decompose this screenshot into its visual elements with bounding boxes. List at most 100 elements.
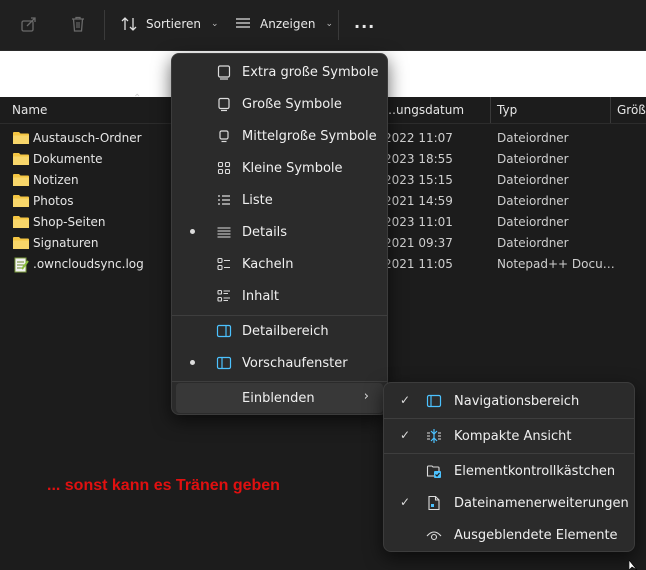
file-name: Notizen — [33, 173, 79, 187]
file-date: 2021 14:59 — [384, 194, 453, 208]
checkmark-icon: ✓ — [400, 393, 411, 407]
menu-item-label: Dateinamenerweiterungen — [454, 496, 629, 511]
menu-item-content[interactable]: Inhalt — [176, 281, 383, 311]
menu-item-medium-icons[interactable]: Mittelgroße Symbole — [176, 121, 383, 151]
folder-icon — [13, 216, 29, 228]
column-date[interactable]: …ungsdatum — [384, 103, 464, 117]
menu-item-label: Liste — [242, 193, 273, 208]
file-date: 2023 18:55 — [384, 152, 453, 166]
navigation-pane-icon — [426, 394, 442, 408]
selected-bullet-icon — [190, 229, 195, 234]
column-size[interactable]: Größe — [617, 103, 646, 117]
toolbar-divider — [104, 10, 105, 40]
file-type: Notepad++ Docu… — [497, 257, 615, 271]
folder-icon — [13, 237, 29, 249]
file-type: Dateiordner — [497, 131, 569, 145]
medium-icons-icon — [219, 130, 229, 143]
column-type[interactable]: Typ — [497, 103, 517, 117]
trash-icon — [72, 16, 84, 32]
menu-item-large-icons[interactable]: Große Symbole — [176, 89, 383, 119]
chevron-down-icon: ⌄ — [325, 19, 333, 29]
menu-item-preview-pane[interactable]: Vorschaufenster — [176, 348, 383, 378]
file-type: Dateiordner — [497, 194, 569, 208]
folder-icon — [13, 195, 29, 207]
menu-item-small-icons[interactable]: Kleine Symbole — [176, 153, 383, 183]
menu-item-label: Elementkontrollkästchen — [454, 464, 616, 479]
menu-separator — [384, 418, 634, 419]
more-icon: ... — [354, 12, 376, 32]
menu-item-list[interactable]: Liste — [176, 185, 383, 215]
file-name: Shop-Seiten — [33, 215, 106, 229]
menu-item-label: Inhalt — [242, 289, 279, 304]
menu-separator — [172, 381, 387, 382]
menu-item-label: Kacheln — [242, 257, 294, 272]
file-name: Photos — [33, 194, 74, 208]
menu-separator — [384, 453, 634, 454]
extra-large-icons-icon — [217, 65, 231, 80]
compact-view-icon — [427, 429, 441, 443]
file-type: Dateiordner — [497, 152, 569, 166]
delete-button[interactable] — [69, 10, 87, 38]
sort-icon — [121, 17, 137, 31]
menu-item-extra-large-icons[interactable]: Extra große Symbole — [176, 57, 383, 87]
folder-icon — [13, 174, 29, 186]
menu-item-show[interactable]: Einblenden › — [176, 383, 383, 413]
show-submenu: ✓ Navigationsbereich ✓ Kompakte Ansicht … — [383, 382, 635, 552]
column-name[interactable]: Name — [12, 103, 47, 117]
more-button[interactable]: ... — [354, 8, 375, 36]
details-pane-icon — [216, 324, 232, 338]
menu-item-label: Ausgeblendete Elemente — [454, 528, 618, 543]
checkmark-icon: ✓ — [400, 428, 411, 442]
small-icons-icon — [217, 161, 231, 175]
toolbar-divider — [338, 10, 339, 40]
item-checkbox-icon — [426, 465, 441, 478]
menu-item-tiles[interactable]: Kacheln — [176, 249, 383, 279]
view-list-icon — [236, 18, 250, 28]
large-icons-icon — [218, 97, 230, 112]
share-icon — [21, 17, 36, 32]
menu-item-details[interactable]: Details — [176, 217, 383, 247]
menu-item-compact-view[interactable]: ✓ Kompakte Ansicht — [388, 421, 630, 451]
menu-item-label: Details — [242, 225, 288, 240]
checkmark-icon: ✓ — [400, 495, 411, 509]
notepad-file-icon — [14, 257, 29, 273]
menu-item-label: Navigationsbereich — [454, 394, 580, 409]
tiles-view-icon — [217, 257, 230, 271]
command-bar: Sortieren ⌄ Anzeigen ⌄ ... — [0, 0, 646, 51]
chevron-right-icon: › — [363, 389, 369, 404]
file-date: 2023 15:15 — [384, 173, 453, 187]
file-name: Dokumente — [33, 152, 103, 166]
view-menu: Extra große Symbole Große Symbole Mittel… — [171, 53, 388, 415]
sort-caret-icon: ⌃ — [133, 93, 142, 104]
menu-item-label: Große Symbole — [242, 97, 342, 112]
file-type: Dateiordner — [497, 236, 569, 250]
mouse-cursor-icon — [629, 560, 638, 570]
menu-item-file-extensions[interactable]: ✓ Dateinamenerweiterungen — [388, 488, 630, 518]
file-name: Austausch-Ordner — [33, 131, 142, 145]
content-view-icon — [217, 289, 230, 302]
file-date: 2021 11:05 — [384, 257, 453, 271]
column-divider[interactable] — [610, 97, 611, 123]
file-name: .owncloudsync.log — [33, 257, 144, 271]
sort-button[interactable]: Sortieren ⌄ — [120, 10, 219, 38]
view-button[interactable]: Anzeigen ⌄ — [234, 10, 333, 38]
share-button[interactable] — [20, 10, 38, 38]
file-extension-icon — [428, 495, 440, 511]
file-date: 2023 11:01 — [384, 215, 453, 229]
list-view-icon — [218, 195, 230, 205]
chevron-down-icon: ⌄ — [210, 19, 219, 29]
menu-item-item-checkboxes[interactable]: Elementkontrollkästchen — [388, 456, 630, 486]
menu-item-label: Kompakte Ansicht — [454, 429, 572, 444]
menu-item-label: Kleine Symbole — [242, 161, 343, 176]
menu-item-hidden-items[interactable]: Ausgeblendete Elemente — [388, 520, 630, 550]
menu-item-label: Mittelgroße Symbole — [242, 129, 377, 144]
file-name: Signaturen — [33, 236, 99, 250]
file-type: Dateiordner — [497, 173, 569, 187]
eye-icon — [426, 531, 442, 541]
menu-item-navigation-pane[interactable]: ✓ Navigationsbereich — [388, 386, 630, 416]
details-view-icon — [217, 227, 231, 238]
menu-item-details-pane[interactable]: Detailbereich — [176, 316, 383, 346]
column-divider[interactable] — [490, 97, 491, 123]
file-date: 2021 09:37 — [384, 236, 453, 250]
view-label: Anzeigen — [260, 17, 316, 31]
